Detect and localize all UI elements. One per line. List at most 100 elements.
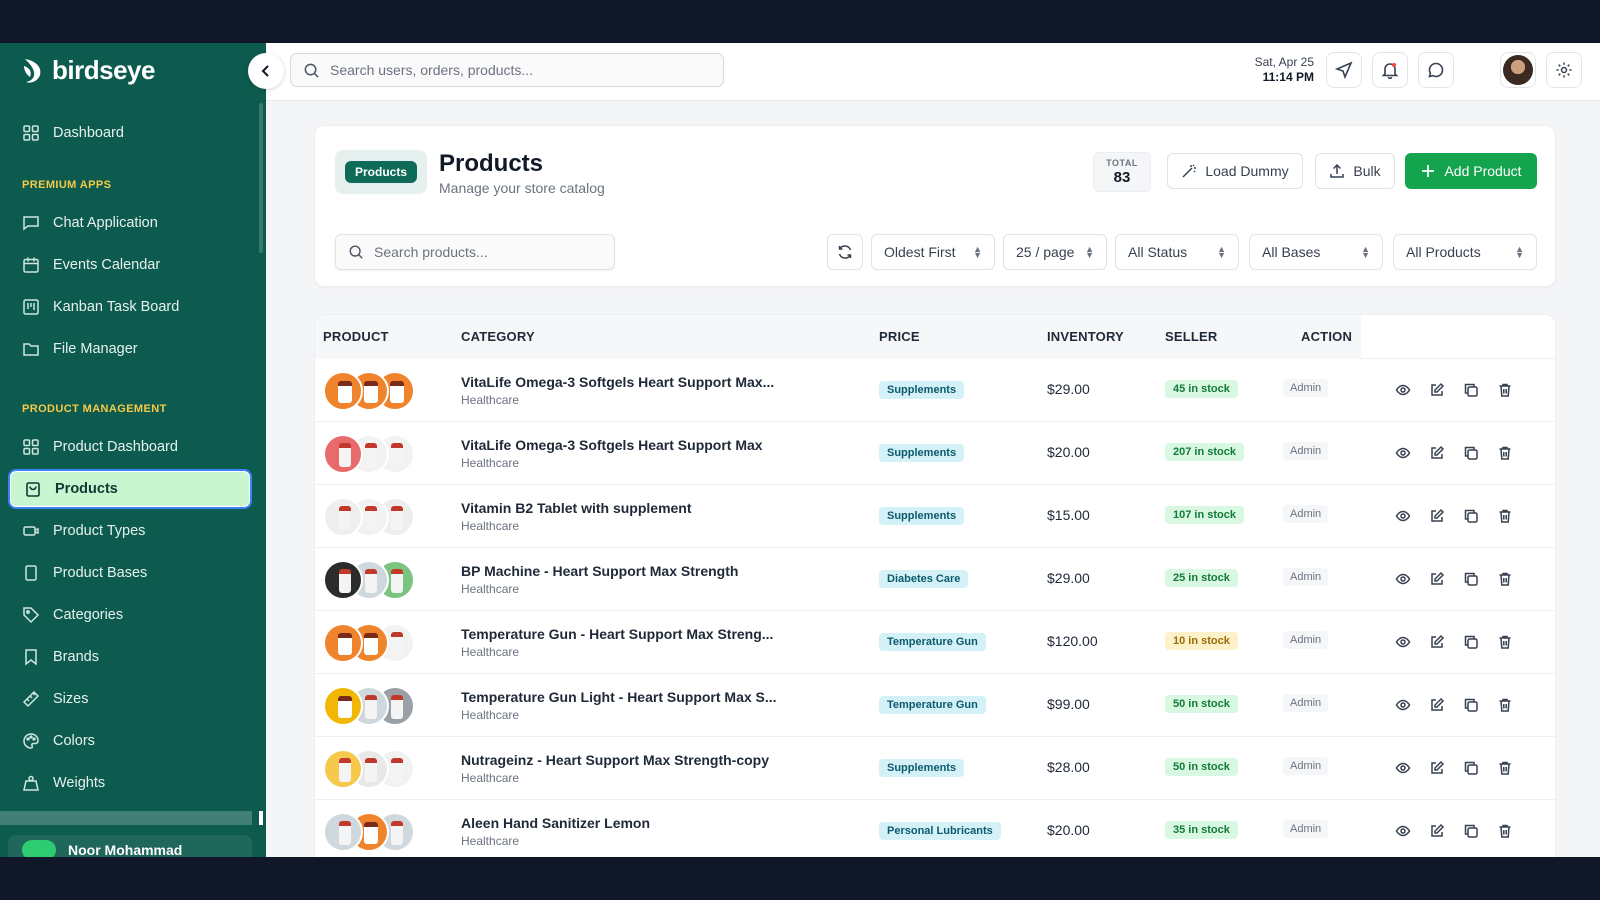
product-name[interactable]: Nutrageinz - Heart Support Max Strength-… [461, 752, 769, 768]
sort-select[interactable]: Oldest First ▲ ▼ [871, 234, 995, 270]
load-dummy-button[interactable]: Load Dummy [1167, 153, 1303, 189]
table-row[interactable]: BP Machine - Heart Support Max Strength H… [315, 548, 1555, 611]
edit-button[interactable] [1427, 569, 1447, 589]
sidebar-item-sizes[interactable]: Sizes [8, 679, 252, 719]
sidebar-collapse-button[interactable] [248, 53, 284, 89]
edit-button[interactable] [1427, 821, 1447, 841]
product-name[interactable]: VitaLife Omega-3 Softgels Heart Support … [461, 437, 763, 453]
upload-icon [1330, 163, 1345, 178]
duplicate-button[interactable] [1461, 569, 1481, 589]
products-select[interactable]: All Products ▲ ▼ [1393, 234, 1537, 270]
edit-button[interactable] [1427, 758, 1447, 778]
duplicate-button[interactable] [1461, 821, 1481, 841]
view-button[interactable] [1393, 443, 1413, 463]
global-search-input[interactable] [330, 62, 710, 78]
table-row[interactable]: VitaLife Omega-3 Softgels Heart Support … [315, 422, 1555, 485]
delete-button[interactable] [1495, 632, 1515, 652]
sidebar-item-dashboard[interactable]: Dashboard [8, 113, 252, 153]
view-button[interactable] [1393, 380, 1413, 400]
sidebar-item-colors[interactable]: Colors [8, 721, 252, 761]
edit-button[interactable] [1427, 632, 1447, 652]
table-row[interactable]: Vitamin B2 Tablet with supplement Healthc… [315, 485, 1555, 548]
column-header-action[interactable]: ACTION [1301, 329, 1352, 344]
table-row[interactable]: Temperature Gun Light - Heart Support Ma… [315, 674, 1555, 737]
send-button[interactable] [1326, 52, 1362, 88]
user-avatar[interactable] [1500, 52, 1536, 88]
sidebar-scroll-thumb[interactable] [259, 811, 263, 825]
global-search[interactable] [290, 53, 724, 87]
delete-button[interactable] [1495, 695, 1515, 715]
table-row[interactable]: Aleen Hand Sanitizer Lemon Healthcare Pers… [315, 800, 1555, 857]
sidebar-item-product-bases[interactable]: Product Bases [8, 553, 252, 593]
product-name[interactable]: Temperature Gun Light - Heart Support Ma… [461, 689, 777, 705]
product-bottle-graphic [391, 569, 403, 593]
status-select[interactable]: All Status ▲ ▼ [1115, 234, 1239, 270]
product-name[interactable]: Aleen Hand Sanitizer Lemon [461, 815, 650, 831]
sidebar-item-product-dashboard[interactable]: Product Dashboard [8, 427, 252, 467]
add-product-button[interactable]: Add Product [1405, 153, 1537, 189]
view-button[interactable] [1393, 758, 1413, 778]
product-name[interactable]: Temperature Gun - Heart Support Max Stre… [461, 626, 773, 642]
brand-logo[interactable]: birdseye [22, 55, 155, 86]
column-header-price[interactable]: PRICE [879, 329, 920, 344]
view-button[interactable] [1393, 632, 1413, 652]
per-page-select[interactable]: 25 / page ▲ ▼ [1003, 234, 1107, 270]
user-profile[interactable]: Noor Mohammad [8, 835, 252, 857]
table-row[interactable]: Temperature Gun - Heart Support Max Stre… [315, 611, 1555, 674]
delete-button[interactable] [1495, 506, 1515, 526]
refresh-button[interactable] [827, 234, 863, 270]
view-button[interactable] [1393, 569, 1413, 589]
product-price: $20.00 [1047, 444, 1090, 460]
edit-button[interactable] [1427, 506, 1447, 526]
bulk-button[interactable]: Bulk [1315, 153, 1395, 189]
sidebar-item-weights[interactable]: Weights [8, 763, 252, 803]
delete-button[interactable] [1495, 758, 1515, 778]
edit-button[interactable] [1427, 695, 1447, 715]
settings-button[interactable] [1546, 52, 1582, 88]
product-search-input[interactable] [374, 244, 594, 260]
duplicate-button[interactable] [1461, 443, 1481, 463]
sidebar-item-product-types[interactable]: Product Types [8, 511, 252, 551]
column-header-seller[interactable]: SELLER [1165, 329, 1217, 344]
sidebar-item-products[interactable]: Products [8, 469, 252, 509]
sidebar-item-brands[interactable]: Brands [8, 637, 252, 677]
product-name[interactable]: VitaLife Omega-3 Softgels Heart Support … [461, 374, 774, 390]
product-search[interactable] [335, 234, 615, 270]
edit-button[interactable] [1427, 443, 1447, 463]
delete-button[interactable] [1495, 821, 1515, 841]
wand-icon [1182, 164, 1197, 178]
table-row[interactable]: VitaLife Omega-3 Softgels Heart Support … [315, 359, 1555, 422]
duplicate-button[interactable] [1461, 695, 1481, 715]
duplicate-button[interactable] [1461, 506, 1481, 526]
sidebar-item-file-manager[interactable]: File Manager [8, 329, 252, 369]
sidebar-horizontal-scrollbar[interactable] [0, 811, 252, 825]
product-name[interactable]: Vitamin B2 Tablet with supplement [461, 500, 692, 516]
column-header-inventory[interactable]: INVENTORY [1047, 329, 1124, 344]
bases-select[interactable]: All Bases ▲ ▼ [1249, 234, 1383, 270]
edit-icon [1431, 697, 1445, 711]
sidebar-item-kanban-task-board[interactable]: Kanban Task Board [8, 287, 252, 327]
product-name[interactable]: BP Machine - Heart Support Max Strength [461, 563, 738, 579]
sidebar-item-chat-application[interactable]: Chat Application [8, 203, 252, 243]
sidebar-item-label: Events Calendar [53, 257, 161, 273]
duplicate-button[interactable] [1461, 758, 1481, 778]
delete-button[interactable] [1495, 443, 1515, 463]
notifications-button[interactable] [1372, 52, 1408, 88]
view-button[interactable] [1393, 821, 1413, 841]
delete-button[interactable] [1495, 569, 1515, 589]
delete-button[interactable] [1495, 380, 1515, 400]
column-header-product[interactable]: PRODUCT [323, 329, 389, 344]
sidebar-item-events-calendar[interactable]: Events Calendar [8, 245, 252, 285]
messages-button[interactable] [1418, 52, 1454, 88]
bookmark-icon [25, 649, 37, 666]
sidebar-scrollbar[interactable] [259, 103, 263, 253]
edit-button[interactable] [1427, 380, 1447, 400]
sidebar-item-categories[interactable]: Categories [8, 595, 252, 635]
duplicate-button[interactable] [1461, 380, 1481, 400]
table-row[interactable]: Nutrageinz - Heart Support Max Strength-… [315, 737, 1555, 800]
view-button[interactable] [1393, 506, 1413, 526]
column-header-category[interactable]: CATEGORY [461, 329, 535, 344]
weight-icon [23, 775, 39, 791]
view-button[interactable] [1393, 695, 1413, 715]
duplicate-button[interactable] [1461, 632, 1481, 652]
